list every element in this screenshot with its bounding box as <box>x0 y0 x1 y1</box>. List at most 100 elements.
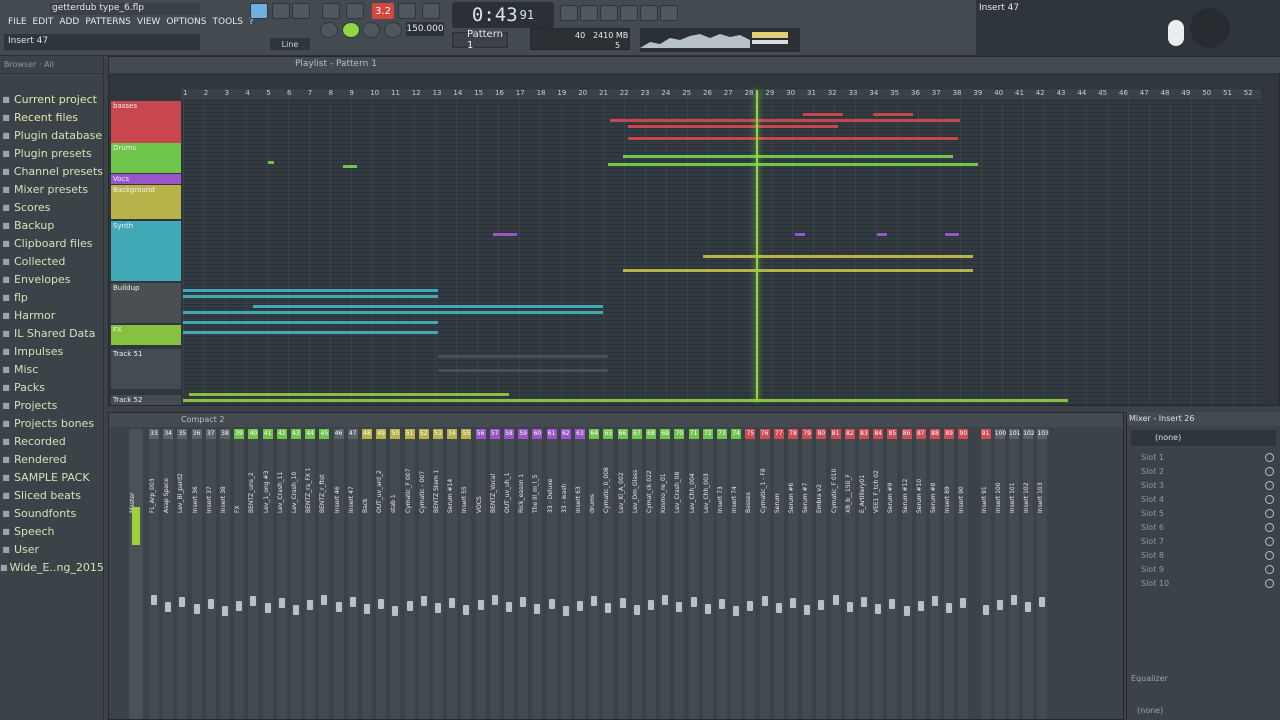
effect-slot[interactable]: Slot 10 <box>1127 576 1280 590</box>
mixer-strip[interactable]: 59 Rick_eason 1 <box>518 429 529 719</box>
bar-number[interactable]: 6 <box>287 89 291 97</box>
browser-item[interactable]: ■ Plugin presets <box>0 144 103 162</box>
bar-number[interactable]: 28 <box>745 89 754 97</box>
tempo-display[interactable]: 150.000 <box>406 22 444 36</box>
bar-number[interactable]: 9 <box>349 89 353 97</box>
mixer-strip[interactable]: 44 BENTZ_ra_FX 1 <box>305 429 316 719</box>
playlist-clip[interactable] <box>873 113 913 116</box>
countdown-icon[interactable] <box>398 3 416 19</box>
bar-number[interactable]: 11 <box>391 89 400 97</box>
volume-fader[interactable] <box>548 599 555 609</box>
playlist-icon[interactable] <box>560 5 578 21</box>
browser-item[interactable]: ■ SAMPLE PACK <box>0 468 103 486</box>
playlist-clip[interactable] <box>268 161 274 164</box>
volume-fader[interactable] <box>790 598 796 608</box>
playhead[interactable] <box>756 90 758 402</box>
bar-number[interactable]: 49 <box>1181 89 1190 97</box>
mixer-strip[interactable]: 101 Insert 101 <box>1009 429 1020 719</box>
volume-fader[interactable] <box>207 599 214 609</box>
volume-fader[interactable] <box>321 595 328 605</box>
playlist-clip[interactable] <box>253 305 603 308</box>
volume-fader[interactable] <box>719 599 725 609</box>
playlist-clip[interactable] <box>628 125 838 128</box>
bar-number[interactable]: 7 <box>308 89 312 97</box>
playlist-clip[interactable] <box>703 255 973 258</box>
mixer-strip[interactable]: 86 Serum #12 <box>901 429 912 719</box>
timeline-ruler[interactable]: 1 2 3 4 5 6 7 8 9 10 11 12 13 14 15 16 17 18 19 20 21 22 23 24 2… <box>181 89 1261 99</box>
bar-number[interactable]: 13 <box>433 89 442 97</box>
volume-fader[interactable] <box>946 603 953 613</box>
bar-number[interactable]: 41 <box>1015 89 1024 97</box>
pattern-mode-icon[interactable] <box>250 3 268 19</box>
volume-fader[interactable] <box>903 606 910 616</box>
mixer-strip[interactable]: 55 Insert 55 <box>461 429 472 719</box>
browser-item[interactable]: ■ Collected <box>0 252 103 270</box>
volume-fader[interactable] <box>392 606 399 616</box>
volume-fader[interactable] <box>889 599 896 609</box>
volume-fader[interactable] <box>236 601 243 611</box>
playlist-clip[interactable] <box>183 311 603 314</box>
bar-number[interactable]: 16 <box>495 89 504 97</box>
mixer-strip[interactable]: 53 BENTZ Stem 1 <box>433 429 443 719</box>
playlist-clip[interactable] <box>183 289 438 292</box>
mixer-strip[interactable]: 64 drums <box>589 429 600 719</box>
volume-fader[interactable] <box>591 596 598 606</box>
volume-fader[interactable] <box>846 602 853 612</box>
effect-slot[interactable]: Slot 3 <box>1127 478 1280 492</box>
bar-number[interactable]: 47 <box>1140 89 1149 97</box>
mixer-strip[interactable]: 41 Lev_1_ong #3 <box>262 429 273 719</box>
mixer-strip[interactable]: 79 Serum #7 <box>802 429 813 719</box>
bar-number[interactable]: 51 <box>1223 89 1232 97</box>
playlist-clip[interactable] <box>183 399 1068 402</box>
mixer-strip[interactable]: 103 Insert 103 <box>1037 429 1049 719</box>
volume-fader[interactable] <box>761 596 768 606</box>
menu-options[interactable]: OPTIONS <box>166 17 206 27</box>
browser-icon[interactable] <box>660 5 678 21</box>
volume-fader[interactable] <box>520 597 527 607</box>
bar-number[interactable]: 46 <box>1119 89 1128 97</box>
mixer-strip[interactable]: 42 Lev_Crash_11 <box>276 429 287 719</box>
bar-number[interactable]: 38 <box>953 89 962 97</box>
bar-number[interactable]: 8 <box>329 89 333 97</box>
volume-fader[interactable] <box>960 598 967 608</box>
mixer-strip[interactable]: 57 BENTZ_Vocal <box>489 429 500 719</box>
effect-slot[interactable]: Slot 6 <box>1127 520 1280 534</box>
playlist-clip[interactable] <box>623 269 973 272</box>
volume-fader[interactable] <box>804 605 811 615</box>
menu-view[interactable]: VIEW <box>137 17 160 27</box>
time-display[interactable]: 0:43 91 <box>452 2 554 28</box>
playlist-clip[interactable] <box>189 393 509 396</box>
mixer-strip[interactable]: 56 VOCS <box>475 429 486 719</box>
volume-fader[interactable] <box>690 597 697 607</box>
track-header[interactable]: Drums <box>111 143 181 173</box>
bar-number[interactable]: 50 <box>1202 89 1211 97</box>
volume-fader[interactable] <box>491 595 498 605</box>
mixer-strip[interactable]: 66 Lev_Kl_A_002 <box>617 429 628 719</box>
bar-number[interactable]: 12 <box>412 89 421 97</box>
browser-item[interactable]: ■ Harmor <box>0 306 103 324</box>
snap-select[interactable]: Line <box>270 38 310 50</box>
slot-toggle-icon[interactable] <box>1265 466 1274 476</box>
menu-patterns[interactable]: PATTERNS <box>85 17 131 27</box>
browser-item[interactable]: ■ Plugin database <box>0 126 103 144</box>
mixer-strip[interactable]: 68 Cymat_ck 022 <box>646 429 656 719</box>
record-mode-icon[interactable] <box>346 3 364 19</box>
playlist-clip[interactable] <box>183 321 438 324</box>
bar-number[interactable]: 2 <box>204 89 208 97</box>
bar-number[interactable]: 36 <box>911 89 920 97</box>
blend-icon[interactable] <box>422 3 440 19</box>
effect-slot[interactable]: Slot 8 <box>1127 548 1280 562</box>
mixer-strip[interactable]: 77 Serum <box>773 429 784 719</box>
mixer-strip[interactable]: 71 Lev_Chh_004 <box>688 429 699 719</box>
volume-fader[interactable] <box>307 600 314 610</box>
playlist-clip[interactable] <box>493 233 517 236</box>
volume-fader[interactable] <box>193 604 200 614</box>
bar-number[interactable]: 25 <box>682 89 691 97</box>
bar-number[interactable]: 18 <box>537 89 546 97</box>
bar-number[interactable]: 31 <box>807 89 816 97</box>
effect-slot[interactable]: Slot 7 <box>1127 534 1280 548</box>
mixer-strip[interactable]: 78 Serum #6 <box>788 429 798 719</box>
track-header[interactable]: Track 52 <box>111 395 181 405</box>
bar-number[interactable]: 40 <box>994 89 1003 97</box>
plugin-picker-icon[interactable] <box>640 5 658 21</box>
